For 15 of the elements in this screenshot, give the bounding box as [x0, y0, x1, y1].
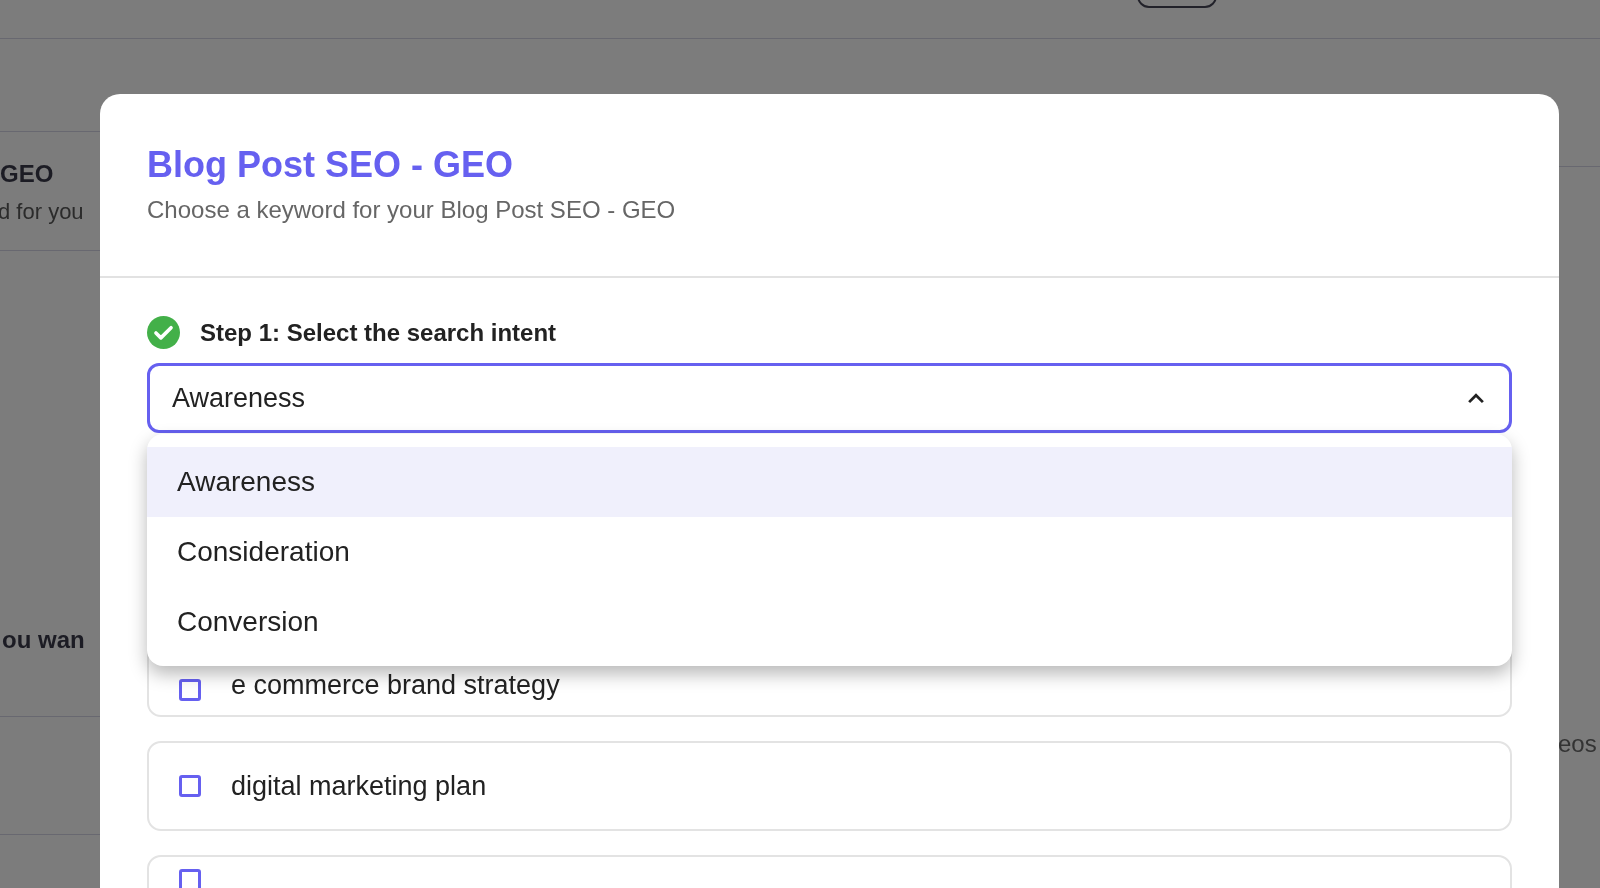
- checkbox[interactable]: [179, 869, 201, 888]
- dialog-subtitle: Choose a keyword for your Blog Post SEO - GEO: [147, 196, 676, 224]
- step-label: Step 1: Select the search intent: [200, 318, 557, 347]
- dropdown-option[interactable]: Awareness: [147, 447, 1512, 517]
- keyword-label: e commerce brand strategy: [231, 670, 560, 701]
- keyword-option[interactable]: digital marketing plan: [147, 741, 1512, 831]
- checkbox[interactable]: [179, 775, 201, 797]
- question-label: ou wan: [2, 626, 85, 654]
- side-label: eos: [1558, 730, 1597, 758]
- dialog-title: Blog Post SEO - GEO: [147, 144, 514, 186]
- keyword-label: digital marketing plan: [231, 770, 487, 802]
- page-title: GEO: [0, 160, 54, 188]
- checkbox[interactable]: [179, 679, 201, 701]
- dropdown-option[interactable]: Consideration: [147, 517, 1512, 587]
- intent-select[interactable]: Awareness: [147, 363, 1512, 433]
